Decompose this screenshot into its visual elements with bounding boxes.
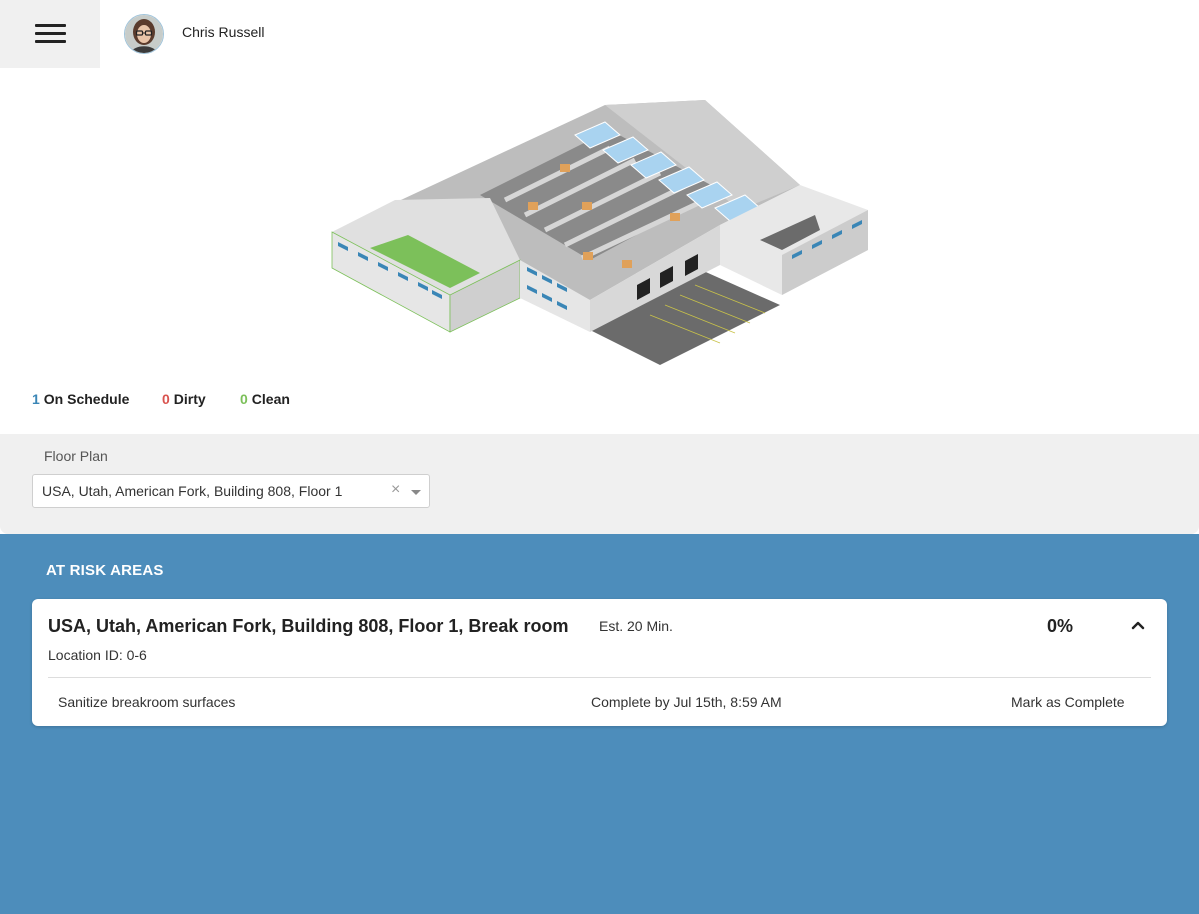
floor-plan-select[interactable]: USA, Utah, American Fork, Building 808, … xyxy=(32,474,430,508)
chevron-down-icon[interactable] xyxy=(411,490,421,495)
stat-on-schedule-label: On Schedule xyxy=(43,391,130,407)
completion-percent: 0% xyxy=(1047,616,1074,636)
hamburger-menu-icon-bar xyxy=(35,40,66,43)
at-risk-areas-title: AT RISK AREAS xyxy=(46,562,164,579)
stat-dirty[interactable]: 0 Dirty xyxy=(162,391,206,407)
stat-clean-label: Clean xyxy=(251,391,290,407)
task-name: Sanitize breakroom surfaces xyxy=(58,694,236,710)
hamburger-menu-button[interactable] xyxy=(0,0,100,68)
stat-on-schedule-count: 1 xyxy=(32,391,40,407)
floor-plan-selected-value: USA, Utah, American Fork, Building 808, … xyxy=(42,483,343,499)
estimated-time: Est. 20 Min. xyxy=(599,618,673,634)
stat-on-schedule[interactable]: 1 On Schedule xyxy=(32,391,129,407)
hamburger-menu-icon xyxy=(35,24,66,27)
stat-clean[interactable]: 0 Clean xyxy=(240,391,290,407)
location-id: Location ID: 0-6 xyxy=(48,647,147,663)
user-avatar-image xyxy=(125,15,163,53)
user-avatar[interactable] xyxy=(124,14,164,54)
stat-dirty-label: Dirty xyxy=(173,391,206,407)
warehouse-isometric-illustration xyxy=(331,100,868,365)
user-name[interactable]: Chris Russell xyxy=(182,24,264,40)
mark-as-complete-button[interactable]: Mark as Complete xyxy=(1011,694,1125,710)
area-name: USA, Utah, American Fork, Building 808, … xyxy=(48,616,569,636)
stat-clean-count: 0 xyxy=(240,391,248,407)
floor-plan-label: Floor Plan xyxy=(44,448,108,464)
at-risk-areas-section: AT RISK AREAS USA, Utah, American Fork, … xyxy=(0,534,1199,914)
card-divider xyxy=(48,677,1151,678)
task-due-date: Complete by Jul 15th, 8:59 AM xyxy=(591,694,782,710)
top-bar: Chris Russell xyxy=(0,0,1199,68)
hamburger-menu-icon-bar xyxy=(35,32,66,35)
floor-plan-filter-panel: Floor Plan USA, Utah, American Fork, Bui… xyxy=(0,434,1199,534)
stat-dirty-count: 0 xyxy=(162,391,170,407)
at-risk-area-card: USA, Utah, American Fork, Building 808, … xyxy=(32,599,1167,726)
chevron-up-icon[interactable] xyxy=(1130,619,1146,631)
clear-selection-icon[interactable]: × xyxy=(391,481,400,499)
